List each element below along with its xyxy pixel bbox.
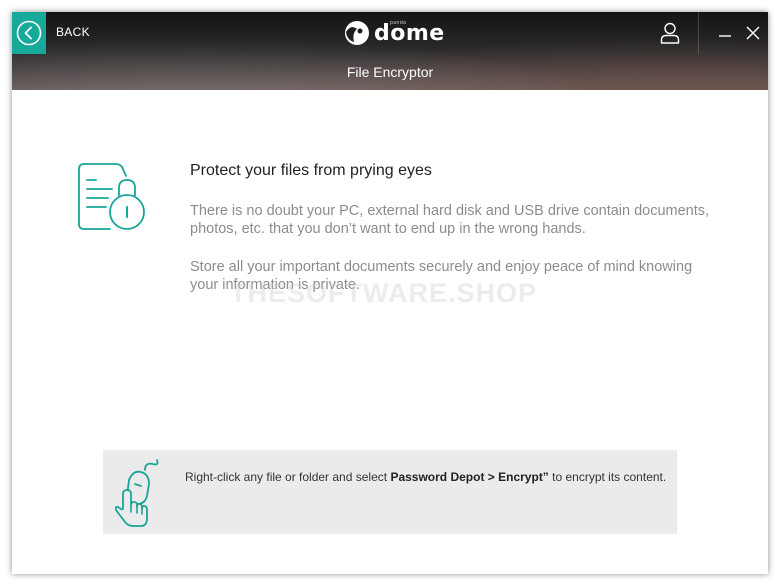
tip-text-before: Right-click any file or folder and selec… [185, 470, 391, 484]
logo-text: dome [374, 20, 445, 46]
mouse-hand-icon [114, 459, 159, 527]
title-bar: File Encryptor [12, 54, 768, 90]
titlebar-divider [698, 12, 699, 54]
close-icon [746, 26, 760, 40]
top-bar: BACK panda dome [12, 12, 768, 54]
back-label[interactable]: BACK [56, 25, 90, 39]
user-icon [660, 22, 680, 44]
logo-small-text: panda [390, 20, 407, 26]
chevron-left-circle-icon [16, 20, 42, 46]
tip-text-bold: Password Depot > Encrypt” [390, 470, 549, 484]
minimize-button[interactable] [716, 24, 734, 42]
minimize-icon [719, 35, 731, 37]
page-title: File Encryptor [346, 64, 434, 80]
section-heading: Protect your files from prying eyes [190, 162, 432, 179]
user-button[interactable] [657, 20, 683, 46]
tip-box: Right-click any file or folder and selec… [103, 450, 677, 534]
tip-text-after: to encrypt its content. [548, 470, 667, 484]
back-button[interactable] [12, 12, 46, 54]
tip-text: Right-click any file or folder and selec… [185, 470, 666, 484]
panda-logo-icon [345, 21, 369, 45]
header: BACK panda dome File Encryptor [12, 12, 768, 90]
dome-logo: panda dome [344, 18, 445, 48]
watermark: THESOFTWARE.SHOP [230, 278, 538, 308]
document-lock-icon [78, 163, 145, 230]
description-paragraph-1: There is no doubt your PC, external hard… [190, 203, 710, 237]
app-window: BACK panda dome File Encryptor Protect y… [12, 12, 768, 574]
close-button[interactable] [744, 24, 762, 42]
